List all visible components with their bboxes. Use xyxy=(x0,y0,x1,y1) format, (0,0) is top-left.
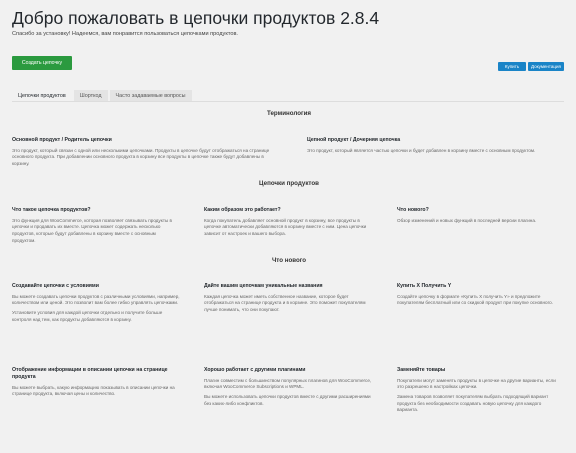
term-chain-product: Цепной продукт / Дочерняя цепочка Это пр… xyxy=(307,137,557,157)
chain-heading: Что нового? xyxy=(397,207,429,213)
chain-text: Это функция для WooCommerce, которая поз… xyxy=(12,217,172,243)
tab-faq[interactable]: Часто задаваемые вопросы xyxy=(109,90,192,101)
term-heading: Цепной продукт / Дочерняя цепочка xyxy=(307,137,401,143)
feature-text: Вы можете создавать цепочки продуктов с … xyxy=(12,293,180,306)
term-text: Это продукт, который является частью цеп… xyxy=(307,147,536,153)
feature-conditions: Создавайте цепочки с условиями Вы можете… xyxy=(12,283,180,326)
create-chain-button[interactable]: Создать цепочку xyxy=(12,56,72,70)
section-title-chains: Цепочки продуктов xyxy=(259,180,319,187)
page-title: Добро пожаловать в цепочки продуктов 2.8… xyxy=(12,8,380,28)
small-button-1[interactable]: Купить xyxy=(498,62,526,71)
chain-heading: Каким образом это работает? xyxy=(204,207,281,213)
feature-text: Каждая цепочка может иметь собственное н… xyxy=(204,293,366,313)
feature-replace: Заменяйте товары Покупатели могут заменя… xyxy=(397,367,557,417)
chain-heading: Что такое цепочка продуктов? xyxy=(12,207,91,213)
chain-text: Когда покупатель добавляет основной прод… xyxy=(204,217,367,237)
chain-text: Обзор изменений и новых функций в послед… xyxy=(397,217,537,223)
chain-info-what: Что такое цепочка продуктов? Это функция… xyxy=(12,207,180,247)
feature-description: Отображение информации в описании цепочк… xyxy=(12,367,180,401)
term-heading: Основной продукт / Родитель цепочки xyxy=(12,137,112,143)
feature-text: Вы можете использовать цепочки продуктов… xyxy=(204,394,371,406)
feature-heading: Дайте вашим цепочкам уникальные названия xyxy=(204,283,323,289)
small-button-2[interactable]: Документация xyxy=(528,62,564,71)
feature-heading: Создавайте цепочки с условиями xyxy=(12,283,99,289)
feature-text: Установите условия для каждой цепочки от… xyxy=(12,310,163,322)
chain-info-how: Каким образом это работает? Когда покупа… xyxy=(204,207,374,241)
section-title-features: Что нового xyxy=(271,257,307,264)
feature-text: Замена товаров позволяет покупателям выб… xyxy=(397,394,549,413)
page-subtitle: Спасибо за установку! Надеемся, вам понр… xyxy=(12,31,238,37)
feature-text: Покупатели могут заменять продукты в цеп… xyxy=(397,377,556,390)
chain-info-new: Что нового? Обзор изменений и новых функ… xyxy=(397,207,557,227)
term-main-product: Основной продукт / Родитель цепочки Это … xyxy=(12,137,270,171)
tabs-divider xyxy=(12,101,564,102)
tab-shortcode[interactable]: Шорткод xyxy=(73,90,108,101)
tab-product-chains[interactable]: Цепочки продуктов xyxy=(12,90,72,101)
feature-text: Плагин совместим с большинством популярн… xyxy=(204,377,372,390)
feature-compat: Хорошо работает с другими плагинами Плаг… xyxy=(204,367,374,410)
feature-text: Создайте цепочку в формате «Купить X пол… xyxy=(397,293,553,306)
section-title-terms: Терминология xyxy=(267,110,311,117)
term-text: Это продукт, который связан с одной или … xyxy=(12,147,270,167)
feature-heading: Купить X Получить Y xyxy=(397,283,452,289)
feature-heading: Отображение информации в описании цепочк… xyxy=(12,367,168,380)
feature-heading: Заменяйте товары xyxy=(397,367,446,373)
feature-text: Вы можете выбрать, какую информацию пока… xyxy=(12,384,175,397)
feature-bogo: Купить X Получить Y Создайте цепочку в ф… xyxy=(397,283,557,310)
feature-heading: Хорошо работает с другими плагинами xyxy=(204,367,306,373)
feature-names: Дайте вашим цепочкам уникальные названия… xyxy=(204,283,374,317)
tab-bar: Цепочки продуктов Шорткод Часто задаваем… xyxy=(12,90,192,101)
